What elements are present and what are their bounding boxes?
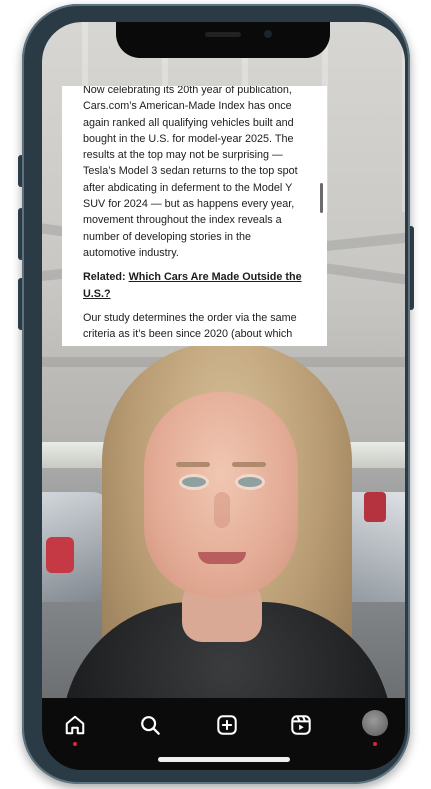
reels-icon[interactable] xyxy=(288,712,314,738)
presenter-mouth xyxy=(198,552,246,564)
car-right-taillight xyxy=(364,492,386,522)
presenter-eye xyxy=(182,477,206,487)
presenter-eyebrow xyxy=(176,462,210,467)
article-scrollbar[interactable] xyxy=(320,183,323,213)
create-icon[interactable] xyxy=(214,712,240,738)
presenter-eyebrow xyxy=(232,462,266,467)
article-paragraph: Now celebrating its 20th year of publica… xyxy=(83,86,298,259)
phone-screen: Now celebrating its 20th year of publica… xyxy=(42,22,405,770)
presenter-eye xyxy=(238,477,262,487)
presenter-nose xyxy=(214,492,230,528)
profile-notification-dot xyxy=(373,742,377,746)
home-indicator[interactable] xyxy=(158,757,290,762)
article-paragraph: Our study determines the order via the s… xyxy=(83,311,297,341)
search-icon[interactable] xyxy=(137,712,163,738)
article-overlay[interactable]: Now celebrating its 20th year of publica… xyxy=(62,86,327,346)
related-label: Related: xyxy=(83,271,126,284)
home-icon[interactable] xyxy=(62,712,88,738)
earpiece-speaker xyxy=(205,32,241,37)
home-notification-dot xyxy=(73,742,77,746)
car-left-taillight xyxy=(46,537,74,573)
profile-avatar[interactable] xyxy=(362,710,388,736)
front-camera xyxy=(264,30,272,38)
notch xyxy=(116,22,330,58)
bottom-nav-bar xyxy=(42,698,405,770)
related-line: Related: Which Cars Are Made Outside the… xyxy=(83,269,305,302)
